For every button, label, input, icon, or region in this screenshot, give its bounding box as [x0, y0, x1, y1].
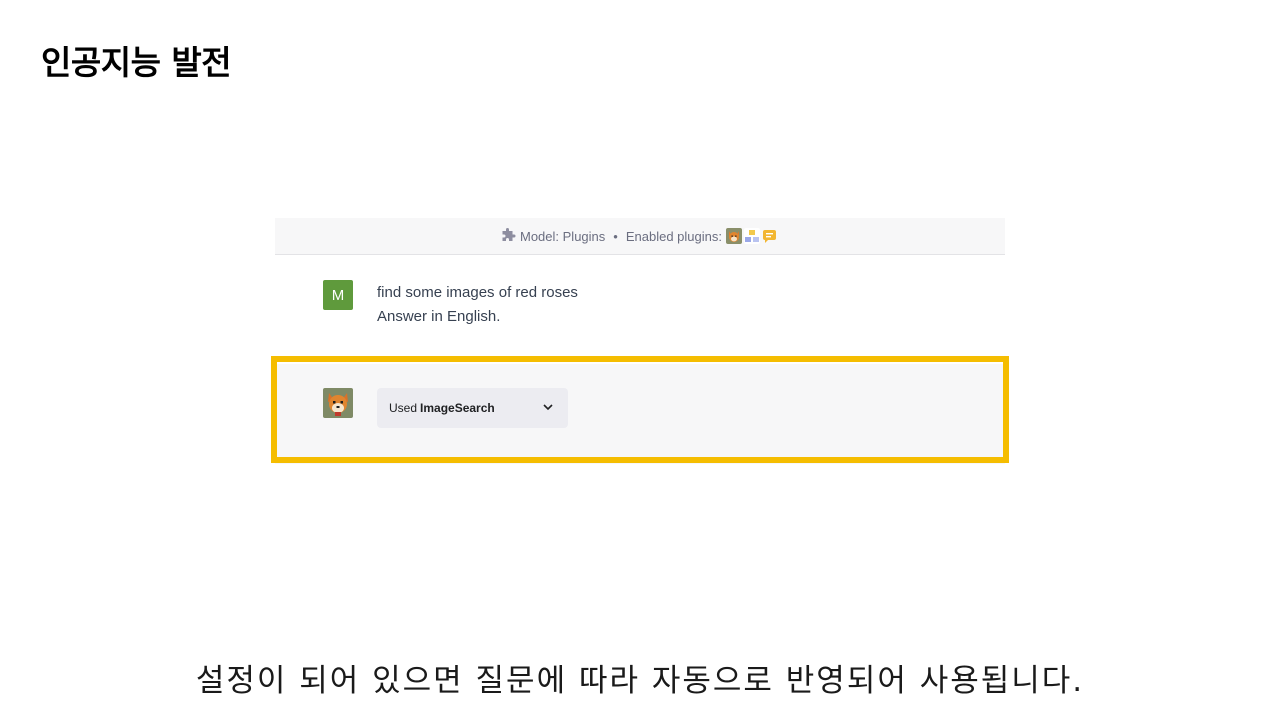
- chat-plugin-icon[interactable]: [762, 228, 778, 244]
- assistant-message-row: Used ImageSearch: [275, 364, 1005, 464]
- chat-screenshot: Model: Plugins • Enabled plugins: M find…: [275, 218, 1005, 465]
- shiba-plugin-icon[interactable]: [725, 228, 742, 244]
- model-info-bar: Model: Plugins • Enabled plugins:: [275, 218, 1005, 255]
- separator-dot: •: [613, 228, 618, 244]
- user-message-row: M find some images of red roses Answer i…: [275, 255, 1005, 355]
- used-plugin-dropdown[interactable]: Used ImageSearch: [377, 388, 568, 428]
- user-avatar: M: [323, 280, 353, 310]
- blocks-plugin-icon[interactable]: [743, 228, 760, 244]
- plugins-label: Enabled plugins:: [625, 228, 722, 244]
- chevron-down-icon: [543, 404, 553, 411]
- used-plugin-name: ImageSearch: [420, 401, 495, 415]
- puzzle-icon: [502, 228, 516, 241]
- plugin-icons: [725, 228, 780, 244]
- model-label: Model: Plugins: [520, 228, 606, 244]
- slide-title: 인공지능 발전: [41, 43, 232, 82]
- user-message-text: find some images of red roses Answer in …: [377, 281, 578, 329]
- shiba-avatar-icon: [323, 388, 353, 418]
- user-message-line-2: Answer in English.: [377, 308, 501, 325]
- used-prefix: Used: [389, 401, 418, 415]
- user-message-line-1: find some images of red roses: [377, 284, 578, 301]
- slide-caption: 설정이 되어 있으면 질문에 따라 자동으로 반영되어 사용됩니다.: [195, 663, 1085, 699]
